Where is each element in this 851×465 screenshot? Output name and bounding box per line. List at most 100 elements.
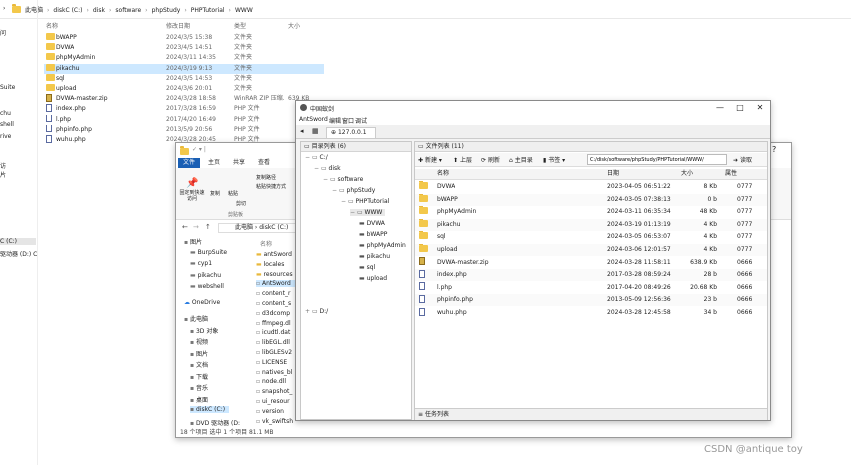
- pin-icon[interactable]: 📌: [186, 178, 198, 189]
- table-row[interactable]: sql 2024/3/5 14:53 文件夹: [44, 73, 324, 84]
- nav-item[interactable]: ▪ 此电脑: [184, 314, 208, 323]
- table-row[interactable]: phpMyAdmin 2024/3/11 14:35 文件夹: [44, 53, 324, 63]
- list-item[interactable]: ▫ icudtl.dat: [256, 329, 298, 336]
- col-attr[interactable]: 属性: [725, 169, 737, 179]
- tree-node[interactable]: ▬ bWAPP: [359, 231, 387, 238]
- breadcrumb-item[interactable]: WWW: [235, 7, 253, 14]
- paste-shortcut-button[interactable]: 粘贴快捷方式: [256, 183, 286, 190]
- tree-toggle-icon[interactable]: −: [305, 154, 312, 161]
- list-item[interactable]: ▫ version: [256, 408, 298, 415]
- nav-item[interactable]: 访: [0, 161, 6, 170]
- nav-item[interactable]: ▪ DVD 驱动器 (D:: [190, 418, 240, 427]
- table-row[interactable]: upload 2024/3/6 20:01 文件夹: [44, 84, 324, 94]
- paste-button[interactable]: 粘贴: [228, 190, 238, 197]
- list-item[interactable]: ▫ vk_swiftsh: [256, 418, 298, 425]
- col-size[interactable]: 大小: [681, 169, 693, 179]
- list-item[interactable]: ▫ content_s: [256, 300, 298, 307]
- nav-item[interactable]: ▪ 音乐: [190, 383, 208, 392]
- read-button[interactable]: ➜ 读取: [733, 155, 752, 164]
- col-name[interactable]: 名称: [46, 21, 58, 30]
- table-row[interactable]: phpMyAdmin 2024-03-11 06:35:34 48 Kb 0777: [415, 206, 767, 218]
- tree-node[interactable]: ▬ DVWA: [359, 220, 385, 227]
- table-row[interactable]: wuhu.php 2024-03-28 12:45:58 34 b 0666: [415, 307, 767, 319]
- list-item[interactable]: ▫ libEGL.dll: [256, 339, 298, 346]
- col-size[interactable]: 大小: [288, 21, 300, 30]
- nav-item[interactable]: ☁ OneDrive: [184, 299, 220, 306]
- maximize-icon[interactable]: □: [734, 103, 746, 113]
- tree-toggle-icon[interactable]: −: [341, 198, 348, 205]
- list-item[interactable]: ▫ ffmpeg.dl: [256, 320, 298, 327]
- list-item[interactable]: ▬ locales: [256, 261, 298, 268]
- nav-item[interactable]: 问: [0, 28, 6, 37]
- nav-item[interactable]: ▪ 视频: [190, 337, 208, 346]
- tree-node[interactable]: ▬ phpMyAdmin: [359, 242, 406, 249]
- refresh-button[interactable]: ⟳ 刷新: [481, 155, 500, 164]
- table-row[interactable]: DVWA-master.zip 2024-03-28 11:58:11 638.9 …: [415, 257, 767, 269]
- table-row[interactable]: upload 2024-03-06 12:01:57 4 Kb 0777: [415, 244, 767, 256]
- nav-item[interactable]: rive: [0, 133, 11, 140]
- tree-node[interactable]: − ▭ WWW: [350, 209, 386, 216]
- table-row[interactable]: index.php 2017/3/28 16:59 PHP 文件: [44, 104, 324, 114]
- table-row[interactable]: phpinfo.php 2013/5/9 20:56 PHP 文件: [44, 124, 324, 135]
- bookmark-button[interactable]: ▮ 书签 ▾: [543, 155, 565, 164]
- ribbon-tab[interactable]: 文件: [178, 158, 200, 168]
- nav-item[interactable]: ▪ 下载: [190, 372, 208, 381]
- nav-item[interactable]: ▬ webshell: [190, 283, 224, 290]
- table-row[interactable]: sql 2024-03-05 06:53:07 4 Kb 0777: [415, 231, 767, 243]
- nav-item[interactable]: ▪ 文档: [190, 360, 208, 369]
- nav-item[interactable]: 驱动器 (D:) C: [0, 249, 37, 258]
- table-row[interactable]: l.php 2017-04-20 08:49:26 20.68 Kb 0666: [415, 282, 767, 294]
- cut-button[interactable]: 剪切: [236, 200, 246, 207]
- list-item[interactable]: ▫ snapshot_: [256, 388, 298, 395]
- nav-item[interactable]: 片: [0, 170, 6, 179]
- list-item[interactable]: ▫ libGLESv2: [256, 349, 298, 356]
- list-item[interactable]: ▬ antSword: [256, 251, 298, 258]
- nav-item[interactable]: chu: [0, 110, 11, 117]
- table-row[interactable]: l.php 2017/4/20 16:49 PHP 文件: [44, 114, 324, 125]
- tree-toggle-icon[interactable]: −: [314, 165, 321, 172]
- up-arrow-icon[interactable]: ↑: [205, 223, 211, 231]
- tree-toggle-icon[interactable]: +: [305, 308, 312, 315]
- background-address-bar[interactable]: › 此电脑 › diskC (C:) › disk › software › phpStudy ›…: [0, 0, 851, 19]
- tree-toggle-icon[interactable]: −: [323, 176, 330, 183]
- copy-button[interactable]: 复制: [210, 190, 220, 197]
- tree-node[interactable]: ▬ upload: [359, 275, 387, 282]
- nav-item[interactable]: ▬ BurpSuite: [190, 249, 227, 256]
- tree-node[interactable]: − ▭ disk: [314, 165, 341, 172]
- tab-scroll-left-icon[interactable]: ◂: [300, 127, 304, 135]
- breadcrumb-item[interactable]: software: [115, 7, 141, 14]
- tree-node[interactable]: − ▭ PHPTutorial: [341, 198, 389, 205]
- nav-item[interactable]: shell: [0, 121, 14, 128]
- tree-node[interactable]: − ▭ phpStudy: [332, 187, 375, 194]
- quick-access-icon[interactable]: ✓ ▾ |: [192, 146, 206, 153]
- menu-item[interactable]: 调试: [355, 116, 367, 125]
- nav-item[interactable]: C (C:): [0, 238, 36, 245]
- list-item[interactable]: ▫ LICENSE: [256, 359, 298, 366]
- col-date[interactable]: 修改日期: [166, 21, 190, 30]
- list-item[interactable]: ▫ node.dll: [256, 378, 298, 385]
- list-item[interactable]: ▫ AntSword: [256, 280, 298, 288]
- list-item[interactable]: ▫ natives_bl: [256, 369, 298, 376]
- forward-arrow-icon[interactable]: →: [193, 223, 199, 231]
- table-row[interactable]: bWAPP 2024-03-05 07:38:13 0 b 0777: [415, 193, 767, 206]
- tab-connection[interactable]: ⊕ 127.0.0.1: [326, 127, 376, 138]
- nav-item[interactable]: ▪ diskC (C:): [190, 406, 230, 413]
- breadcrumb[interactable]: 此电脑 › diskC (C:) › disk › software › phpStudy › PH…: [25, 5, 253, 14]
- table-row[interactable]: index.php 2017-03-28 08:59:24 28 b 0666: [415, 269, 767, 282]
- ribbon-tab[interactable]: 共享: [228, 158, 250, 168]
- tree-toggle-icon[interactable]: −: [332, 187, 339, 194]
- breadcrumb-item[interactable]: diskC (C:): [53, 7, 82, 14]
- minimize-icon[interactable]: —: [714, 103, 726, 113]
- nav-item[interactable]: ▪ 桌面: [190, 395, 208, 404]
- up-button[interactable]: ⬆ 上层: [453, 155, 472, 164]
- close-icon[interactable]: ✕: [754, 103, 766, 113]
- col-date[interactable]: 日期: [607, 169, 619, 179]
- nav-item[interactable]: ▪ 3D 对象: [190, 326, 218, 335]
- list-item[interactable]: ▫ content_r: [256, 290, 298, 297]
- menu-item[interactable]: 窗口: [342, 116, 354, 125]
- table-row[interactable]: DVWA 2023/4/5 14:51 文件夹: [44, 43, 324, 53]
- table-row[interactable]: pikachu 2024/3/19 9:13 文件夹: [44, 63, 324, 74]
- col-type[interactable]: 类型: [234, 21, 246, 30]
- nav-item[interactable]: Suite: [0, 84, 15, 91]
- tree-toggle-icon[interactable]: −: [350, 209, 357, 216]
